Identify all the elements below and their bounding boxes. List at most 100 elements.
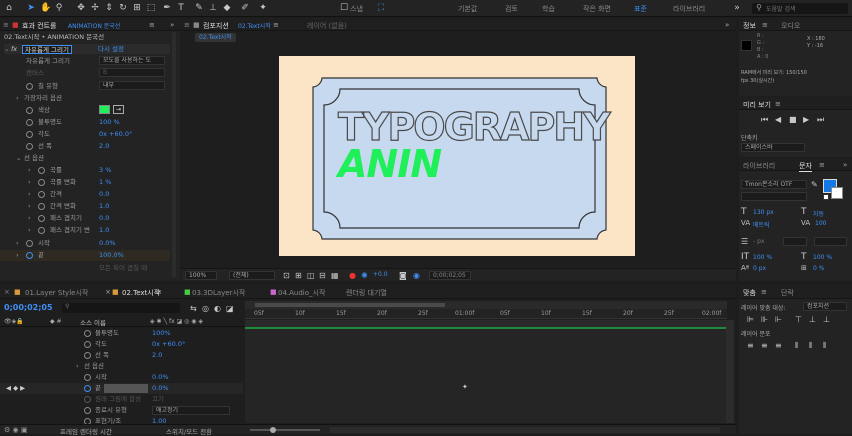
font-size-value[interactable]: 130 px: [753, 209, 774, 216]
kerning-value[interactable]: 메트릭: [753, 220, 770, 229]
zoom-slider[interactable]: [250, 429, 320, 431]
snap-checkbox-icon[interactable]: ☐: [340, 3, 348, 13]
distribute-top-icon[interactable]: ≡: [747, 341, 754, 350]
align-vcenter-icon[interactable]: ⊥: [809, 315, 816, 324]
stroke-unit-dropdown[interactable]: [783, 237, 807, 246]
param-value[interactable]: 100 %: [99, 117, 120, 127]
stroke-color-swatch[interactable]: [831, 187, 843, 199]
timeline-tab-1[interactable]: 01.Layer Style시작: [25, 288, 88, 298]
stroke-width-value[interactable]: - px: [753, 238, 764, 245]
paragraph-tab[interactable]: 단락: [781, 288, 794, 298]
render-queue-tab[interactable]: 렌더링 대기열: [346, 288, 387, 298]
leading-auto[interactable]: 자동: [813, 209, 824, 218]
pen-tool-icon[interactable]: ✒: [162, 3, 172, 13]
tracking-value[interactable]: 100: [815, 220, 826, 227]
lock-icon[interactable]: ■: [12, 21, 19, 29]
expand-icon[interactable]: ⌄: [16, 153, 21, 163]
baseline-shift-value[interactable]: 0 px: [753, 265, 766, 272]
workspace-standard[interactable]: 표준: [634, 4, 647, 14]
timeline-row[interactable]: 원래 그림에 합성 끄기: [0, 394, 243, 405]
workspace-small-screen[interactable]: 작은 화면: [583, 4, 611, 14]
horizontal-scale-value[interactable]: 100 %: [813, 254, 832, 261]
stopwatch-icon[interactable]: [26, 240, 33, 247]
stopwatch-icon[interactable]: [26, 131, 33, 138]
expand-icon[interactable]: ›: [28, 189, 31, 199]
comp-tab-label[interactable]: 컴포지션: [203, 21, 229, 31]
param-value[interactable]: 0.0%: [99, 238, 116, 248]
timeline-row-selected[interactable]: ◀ ◆ ▶ 끝 0.0%: [0, 383, 243, 394]
timeline-tab-2[interactable]: 02.Text시작: [122, 288, 160, 298]
snapshot-icon[interactable]: ◙: [399, 271, 407, 280]
param-value[interactable]: 0.0: [99, 189, 109, 199]
graph-editor-icon[interactable]: ◪: [226, 304, 234, 313]
selection-tool-icon[interactable]: ➤: [26, 3, 36, 13]
next-frame-icon[interactable]: ▶: [803, 115, 809, 124]
resolution-dropdown[interactable]: (전체): [229, 271, 275, 280]
timeline-tab-menu-icon[interactable]: ≡: [156, 288, 162, 296]
distribute-hcenter-icon[interactable]: ⦀: [809, 341, 813, 350]
fx-expand-icon[interactable]: ⌄: [4, 44, 9, 54]
pan-behind-tool-icon[interactable]: ⬚: [146, 3, 156, 13]
stopwatch-active-icon[interactable]: [26, 252, 33, 259]
comp-timecode[interactable]: 0;00;02;05: [429, 271, 471, 280]
typography-text[interactable]: TYPOGRAPHY: [337, 107, 611, 146]
font-family-dropdown[interactable]: Tmon몬소리 OTF: [741, 180, 807, 189]
work-area-range[interactable]: [255, 303, 445, 307]
workspace-review[interactable]: 검토: [505, 4, 518, 14]
toggle-switches-modes[interactable]: 스위치/모드 전환: [166, 426, 212, 436]
param-value[interactable]: 100.0%: [99, 250, 124, 260]
snap-options-icon[interactable]: ⛶: [376, 3, 386, 13]
hand-tool-icon[interactable]: ✋: [40, 3, 51, 13]
orbit-tool-icon[interactable]: ✥: [76, 3, 86, 13]
panel-expand-icon[interactable]: »: [843, 161, 847, 169]
stopwatch-icon[interactable]: [38, 227, 45, 234]
param-value[interactable]: 1.0: [99, 201, 109, 211]
prev-frame-icon[interactable]: ◀: [775, 115, 781, 124]
stroke-type-dropdown[interactable]: [814, 237, 847, 246]
source-name-column[interactable]: 소스 이름: [80, 317, 106, 327]
expand-icon[interactable]: ›: [28, 213, 31, 223]
expand-icon[interactable]: ›: [16, 238, 19, 248]
align-top-icon[interactable]: ⊤: [795, 315, 802, 324]
transparency-grid-icon[interactable]: ⊞: [295, 271, 302, 280]
fx-name[interactable]: 자유롭게 그리기: [22, 45, 72, 54]
workspace-learn[interactable]: 학습: [542, 4, 555, 14]
expand-icon[interactable]: ›: [28, 177, 31, 187]
layer-tab[interactable]: 레이어 (없음): [307, 21, 347, 31]
expand-icon[interactable]: ›: [28, 225, 31, 235]
param-value[interactable]: 3 %: [99, 165, 111, 175]
expand-icon[interactable]: ›: [16, 93, 19, 103]
vertical-scale-value[interactable]: 100 %: [753, 254, 772, 261]
param-value[interactable]: 0.0: [99, 213, 109, 223]
fx-icon[interactable]: fx: [11, 44, 17, 54]
eyedropper-icon[interactable]: ⇥: [113, 105, 124, 114]
workspace-more-icon[interactable]: »: [732, 3, 742, 13]
region-icon[interactable]: ⊡: [283, 271, 290, 280]
clone-stamp-tool-icon[interactable]: ⊥: [208, 3, 218, 13]
character-tab[interactable]: 문자: [799, 161, 812, 172]
stopwatch-icon[interactable]: [26, 83, 33, 90]
expand-icon[interactable]: ›: [16, 250, 19, 260]
timeline-row[interactable]: 종료시 유형 애고정기: [0, 405, 243, 416]
effects-scrollbar[interactable]: [172, 32, 176, 277]
stopwatch-icon[interactable]: [38, 203, 45, 210]
align-to-dropdown[interactable]: 컴포지션: [803, 302, 847, 311]
animation-text[interactable]: ANIN: [338, 145, 442, 183]
stop-icon[interactable]: ■: [789, 115, 797, 124]
timeline-row[interactable]: 불투명도 100%: [0, 328, 243, 339]
channel-icon[interactable]: ●: [349, 271, 356, 280]
tsume-value[interactable]: 0 %: [813, 265, 824, 272]
timeline-row[interactable]: › 선 옵션: [0, 361, 243, 372]
distribute-right-icon[interactable]: ⦀: [823, 341, 827, 350]
timeline-tab-3[interactable]: 03.3DLayer시작: [192, 288, 245, 298]
timeline-scrollbar[interactable]: [726, 320, 734, 423]
color-swatch[interactable]: [99, 105, 110, 114]
keyframe-icon[interactable]: ✦: [462, 383, 468, 391]
timeline-timecode[interactable]: 0;00;02;05: [4, 303, 53, 312]
distribute-vcenter-icon[interactable]: ≡: [761, 341, 768, 350]
horizontal-scrollbar[interactable]: [330, 427, 720, 433]
timeline-row[interactable]: 각도 0x +60.0°: [0, 339, 243, 350]
workspace-default[interactable]: 기본값: [458, 4, 477, 14]
camera-tool-icon[interactable]: ⊞: [132, 3, 142, 13]
param-value[interactable]: 1 %: [99, 177, 111, 187]
